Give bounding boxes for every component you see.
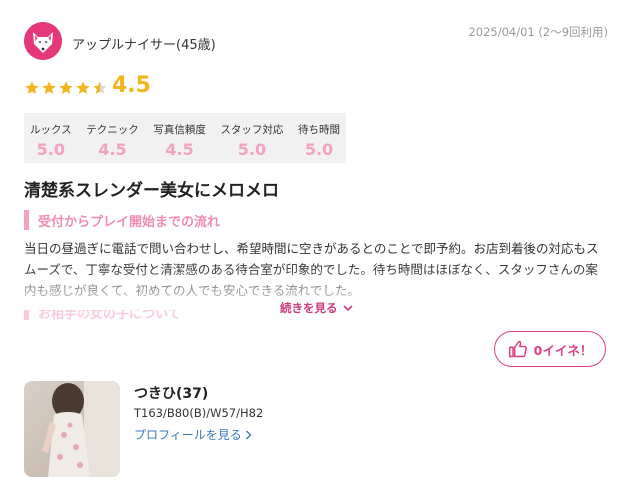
profile-link[interactable]: プロフィールを見る: [134, 426, 252, 443]
score-waiting-time: 待ち時間 5.0: [298, 113, 340, 163]
review-title: 清楚系スレンダー美女にメロメロ: [24, 181, 279, 201]
section-accent-bar: [24, 210, 29, 230]
section-heading-text: お相手の女の子について: [38, 310, 181, 320]
star-icon: [76, 81, 90, 94]
fox-mask-icon: [24, 22, 62, 60]
score-looks: ルックス 5.0: [30, 113, 72, 163]
score-label: ルックス: [30, 124, 72, 136]
half-star-icon: [93, 81, 107, 94]
cast-photo[interactable]: [24, 381, 120, 477]
rating-value: 4.5: [112, 73, 151, 98]
score-staff: スタッフ対応 5.0: [220, 113, 283, 163]
score-label: 写真信頼度: [153, 124, 206, 136]
review-date: 2025/04/01 (2〜9回利用): [468, 25, 608, 39]
reviewer-avatar: [24, 22, 62, 60]
score-value: 5.0: [304, 140, 334, 159]
chevron-right-icon: [245, 430, 252, 439]
star-rating: [24, 80, 108, 96]
star-icon: [59, 81, 73, 94]
section-accent-bar: [24, 310, 29, 320]
score-label: テクニック: [86, 124, 139, 136]
score-value: 5.0: [237, 140, 267, 159]
profile-link-label: プロフィールを見る: [134, 428, 242, 442]
score-photo-reliability: 写真信頼度 4.5: [153, 113, 206, 163]
read-more-label: 続きを見る: [280, 301, 338, 315]
score-table: ルックス 5.0 テクニック 4.5 写真信頼度 4.5 スタッフ対応 5.0 …: [24, 113, 346, 163]
read-more-button[interactable]: 続きを見る: [280, 300, 353, 316]
score-value: 4.5: [165, 140, 194, 159]
cast-measurements: T163/B80(B)/W57/H82: [134, 406, 264, 420]
section-heading-text: 受付からプレイ開始までの流れ: [38, 214, 221, 230]
score-value: 5.0: [36, 140, 66, 159]
chevron-down-icon: [342, 305, 353, 312]
section-heading: 受付からプレイ開始までの流れ: [24, 210, 220, 230]
score-value: 4.5: [98, 140, 127, 159]
section-heading-faded: お相手の女の子について: [24, 310, 181, 320]
reviewer-name: アップルナイサー(45歳): [72, 38, 216, 53]
score-label: スタッフ対応: [220, 124, 284, 136]
star-icon: [42, 81, 56, 94]
star-icon: [25, 81, 39, 94]
thumbs-up-icon: [508, 340, 527, 358]
score-technique: テクニック 4.5: [86, 113, 139, 163]
like-count-label: 0イイネ！: [533, 342, 593, 358]
like-button[interactable]: 0イイネ！: [494, 331, 606, 367]
score-label: 待ち時間: [298, 124, 340, 136]
cast-name[interactable]: つきひ(37): [134, 383, 208, 403]
